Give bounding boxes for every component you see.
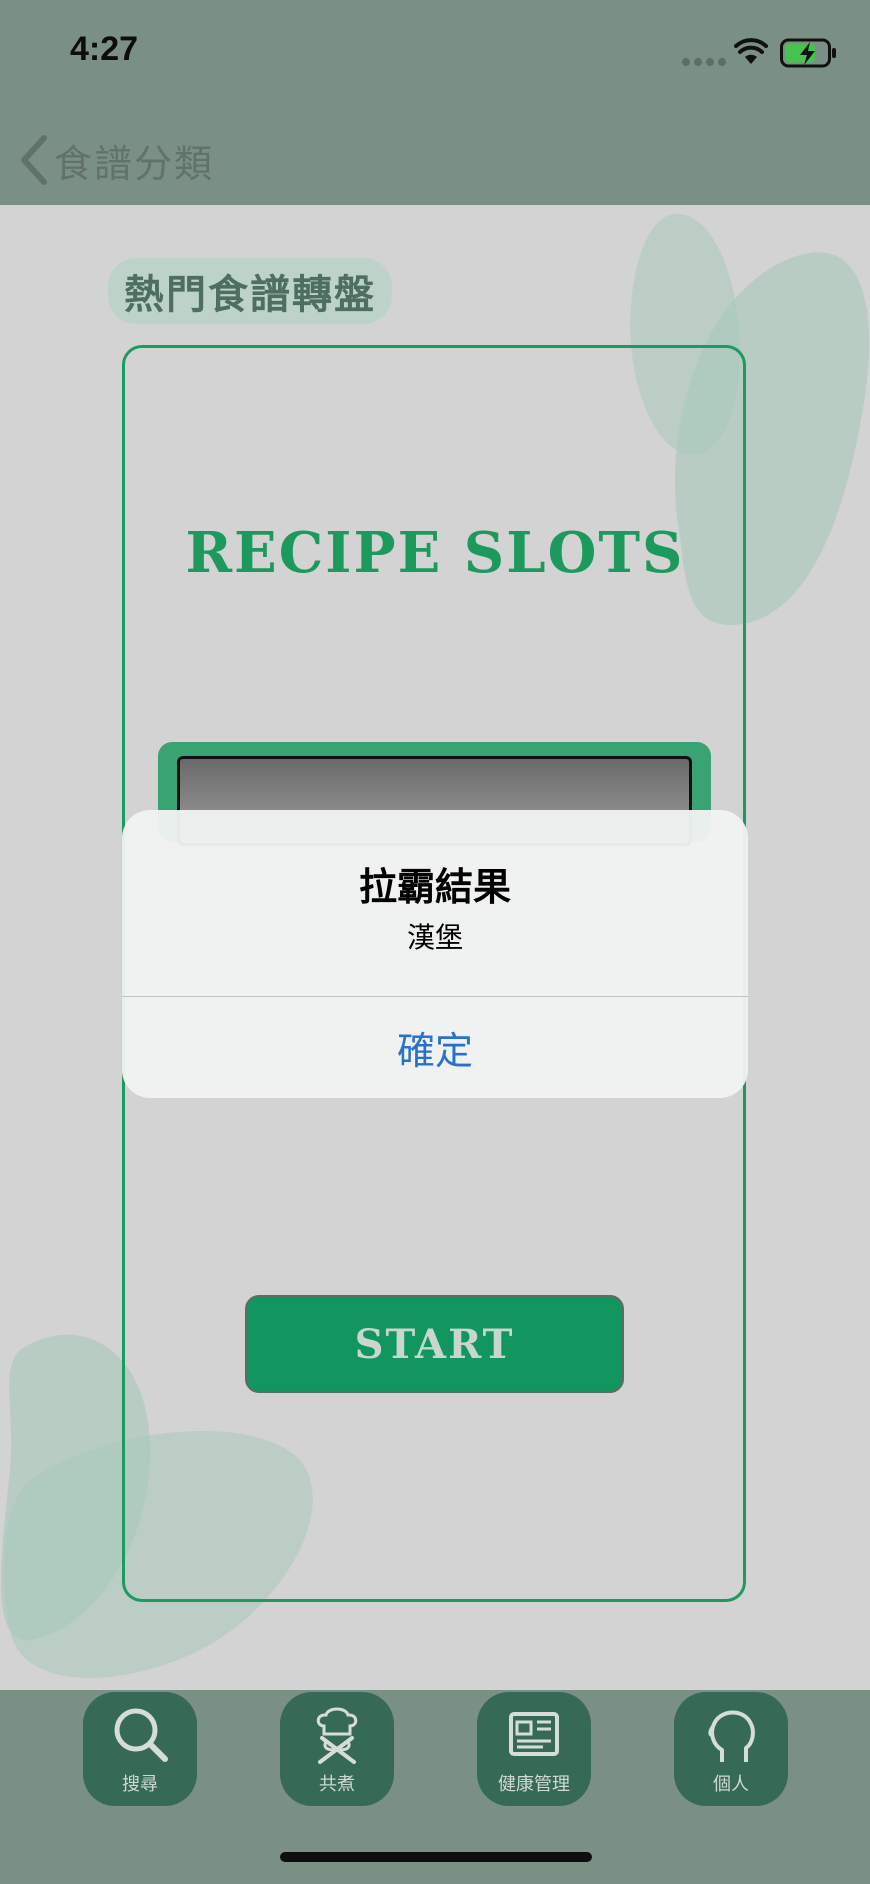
wifi-icon bbox=[734, 38, 768, 64]
tab-profile[interactable]: 個人 bbox=[674, 1692, 788, 1806]
status-bar: 4:27 bbox=[0, 0, 870, 110]
newspaper-icon bbox=[509, 1712, 559, 1756]
chevron-left-icon bbox=[21, 135, 47, 185]
navigation-bar: 食譜分類 bbox=[0, 110, 870, 205]
section-title: 熱門食譜轉盤 bbox=[108, 258, 392, 324]
home-indicator[interactable] bbox=[280, 1852, 592, 1862]
battery-charging-icon bbox=[780, 38, 836, 68]
cellular-signal-icon bbox=[682, 58, 726, 66]
head-profile-icon bbox=[708, 1710, 755, 1762]
start-button[interactable]: START bbox=[245, 1295, 624, 1393]
alert-ok-button[interactable]: 確定 bbox=[122, 997, 748, 1098]
tab-label: 搜尋 bbox=[122, 1774, 158, 1795]
slots-title: RECIPE SLOTS bbox=[185, 520, 685, 586]
tab-cook-together[interactable]: 共煮 bbox=[280, 1692, 394, 1806]
tab-health-management[interactable]: 健康管理 bbox=[477, 1692, 591, 1806]
tab-label: 健康管理 bbox=[498, 1774, 570, 1795]
tab-label: 個人 bbox=[713, 1774, 749, 1795]
result-alert: 拉霸結果 漢堡 確定 bbox=[122, 810, 748, 1098]
tab-search[interactable]: 搜尋 bbox=[83, 1692, 197, 1806]
chef-utensils-icon bbox=[316, 1707, 358, 1764]
tab-label: 共煮 bbox=[319, 1774, 355, 1795]
search-icon bbox=[114, 1708, 168, 1762]
alert-title: 拉霸結果 bbox=[358, 865, 511, 909]
back-button[interactable]: 食譜分類 bbox=[18, 130, 214, 190]
status-time: 4:27 bbox=[70, 30, 139, 68]
back-label: 食譜分類 bbox=[54, 141, 215, 186]
alert-message: 漢堡 bbox=[406, 921, 463, 954]
